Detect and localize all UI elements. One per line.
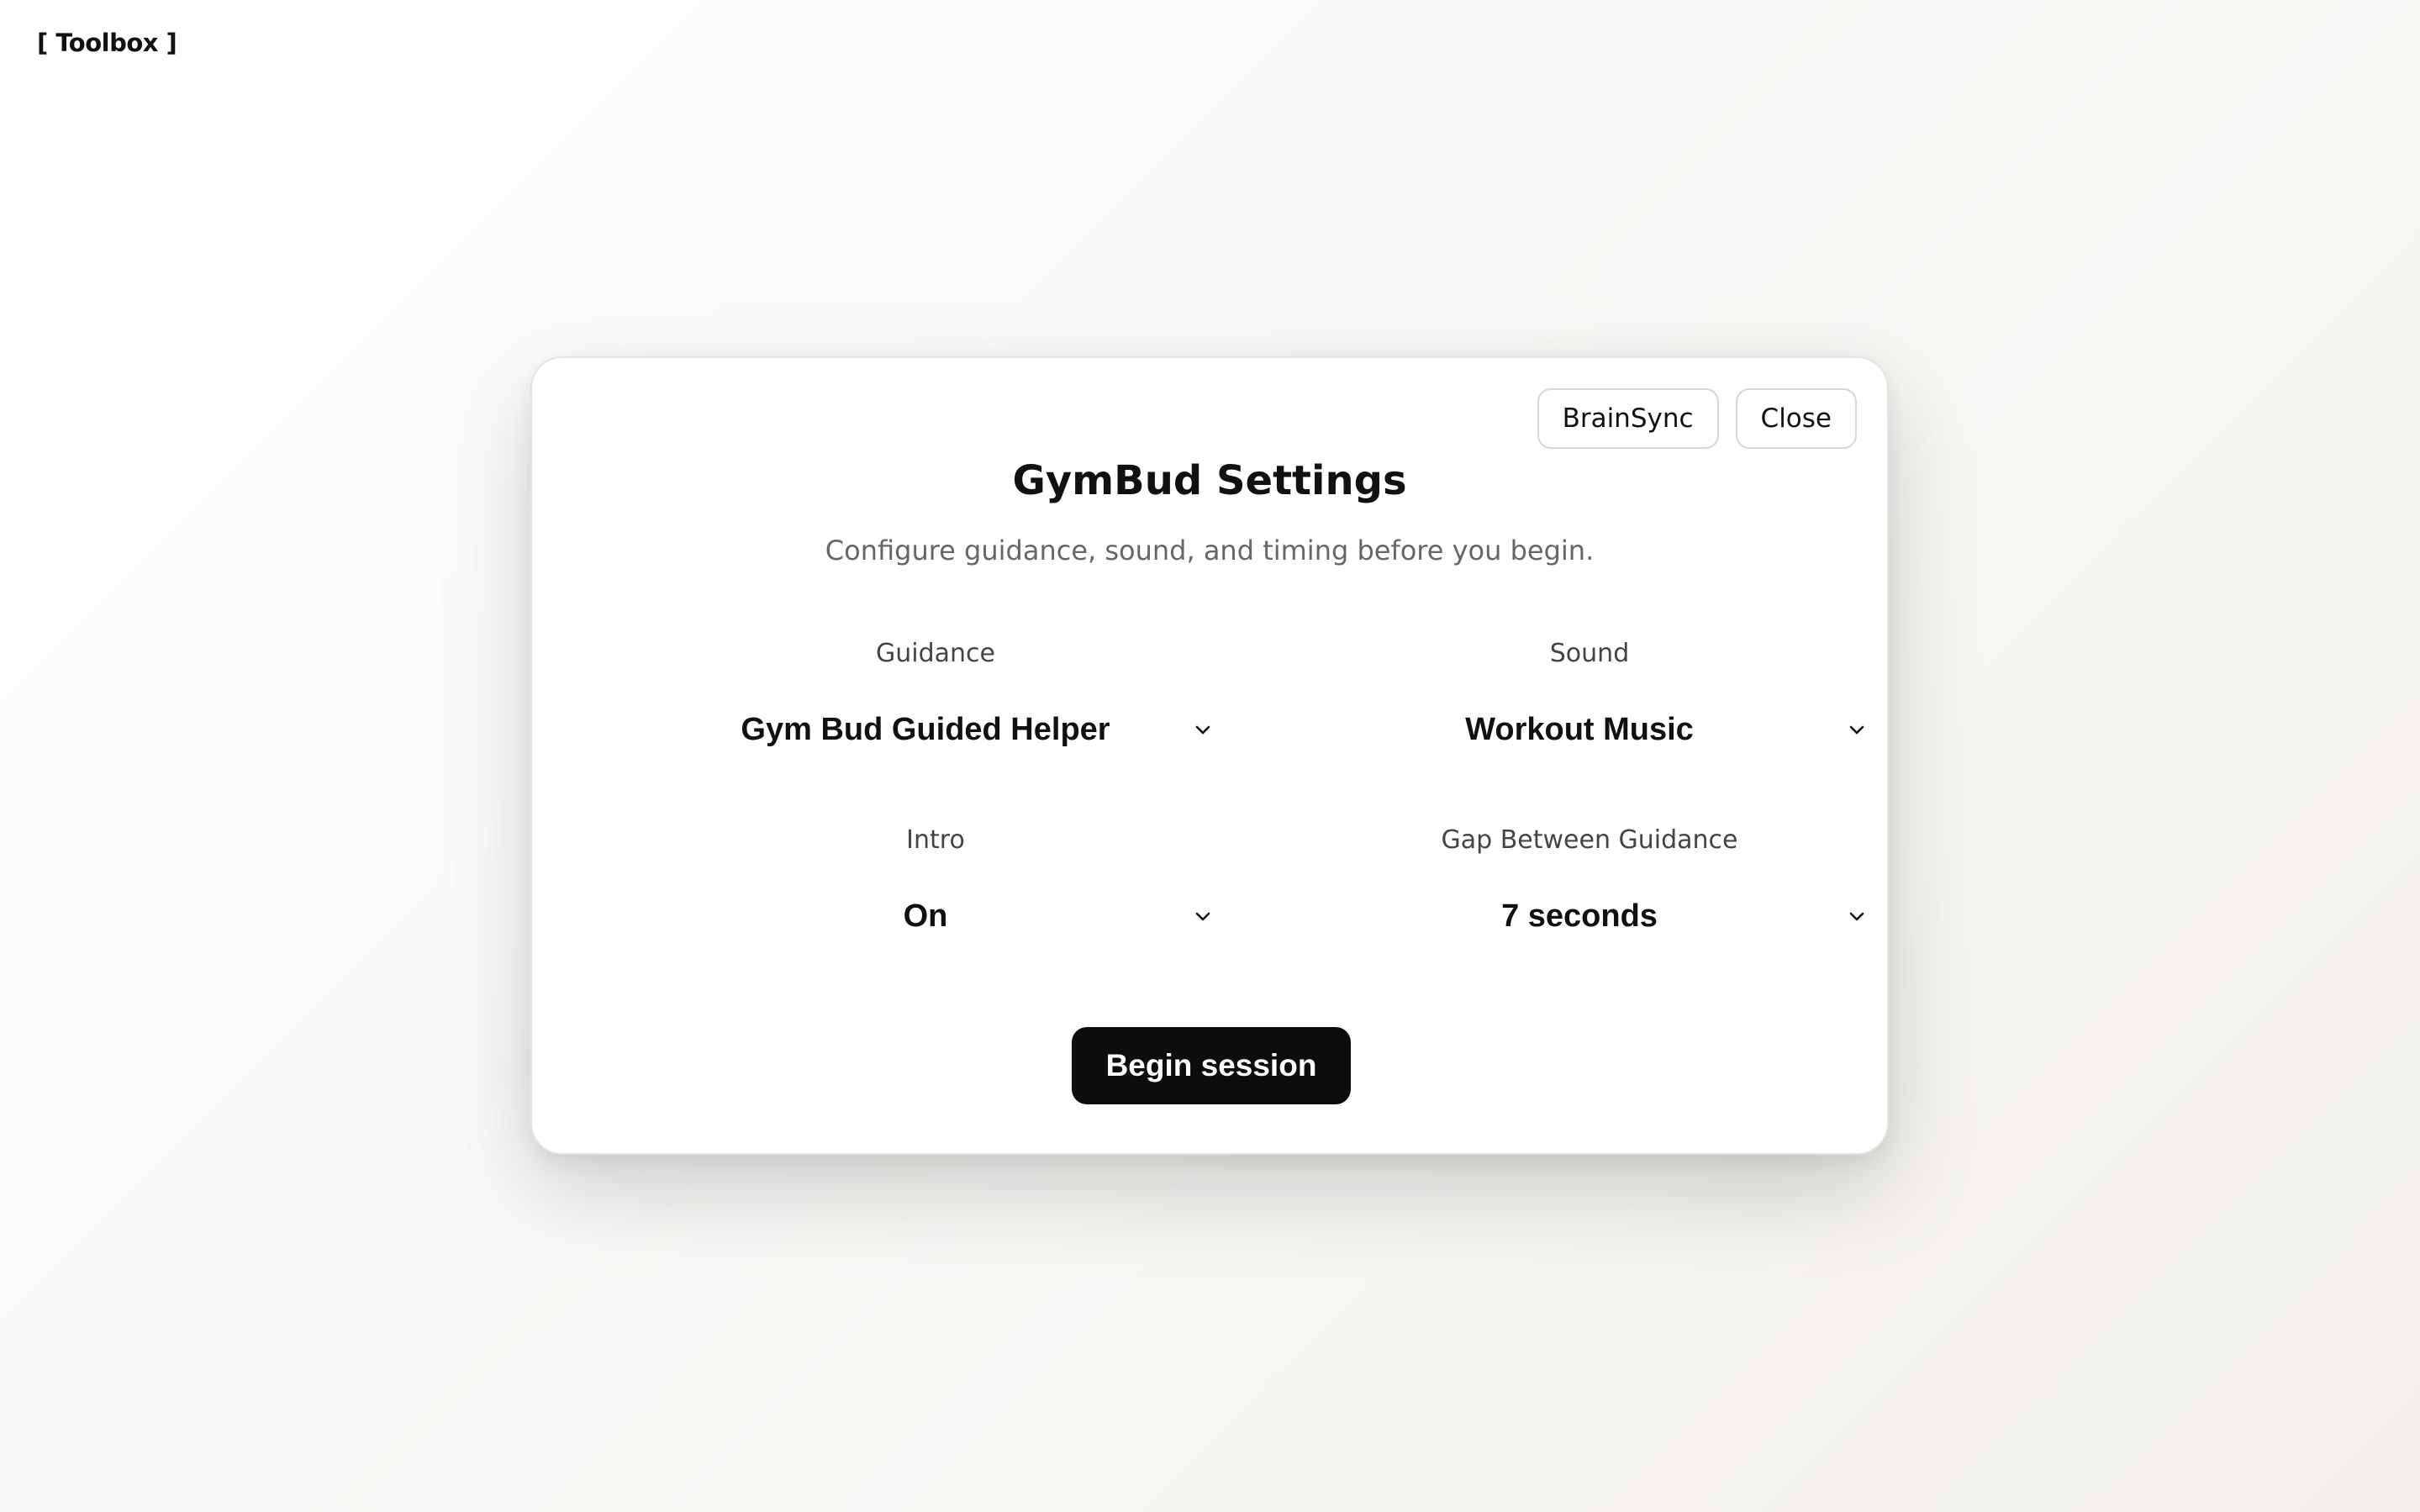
settings-dialog: BrainSync Close GymBud Settings Configur… [530, 356, 1889, 1155]
gap-label: Gap Between Guidance [1441, 825, 1738, 855]
dialog-title: GymBud Settings [1012, 457, 1407, 504]
begin-session-button[interactable]: Begin session [1072, 1027, 1351, 1104]
dialog-actions: BrainSync Close [1537, 388, 1857, 449]
intro-select[interactable]: On [658, 888, 1213, 945]
chevron-down-icon [1847, 906, 1867, 926]
chevron-down-icon [1193, 719, 1213, 740]
sound-field: Sound Workout Music [1312, 637, 1867, 758]
chevron-down-icon [1847, 719, 1867, 740]
guidance-select[interactable]: Gym Bud Guided Helper [658, 701, 1213, 758]
intro-label: Intro [906, 825, 965, 855]
gap-field: Gap Between Guidance 7 seconds [1312, 824, 1867, 945]
sound-label: Sound [1549, 639, 1630, 668]
guidance-value: Gym Bud Guided Helper [741, 711, 1110, 747]
sound-select[interactable]: Workout Music [1312, 701, 1867, 758]
toolbox-label[interactable]: [ Toolbox ] [37, 29, 177, 57]
intro-value: On [903, 898, 948, 934]
guidance-field: Guidance Gym Bud Guided Helper [658, 637, 1213, 758]
gap-value: 7 seconds [1501, 898, 1658, 934]
chevron-down-icon [1193, 906, 1213, 926]
gap-select[interactable]: 7 seconds [1312, 888, 1867, 945]
brainsync-button[interactable]: BrainSync [1537, 388, 1719, 449]
close-button[interactable]: Close [1735, 388, 1857, 449]
guidance-label: Guidance [876, 639, 995, 668]
dialog-subtitle: Configure guidance, sound, and timing be… [825, 535, 1595, 566]
intro-field: Intro On [658, 824, 1213, 945]
sound-value: Workout Music [1465, 711, 1694, 747]
